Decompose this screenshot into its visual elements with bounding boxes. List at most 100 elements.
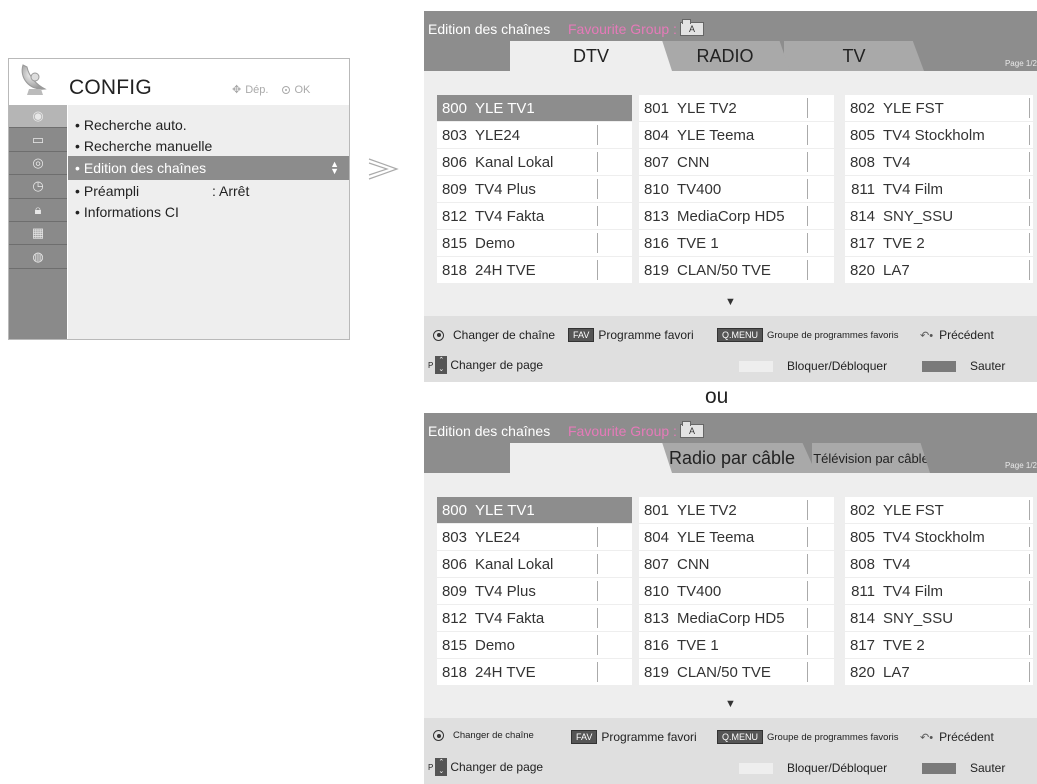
page-key-letter: P bbox=[428, 360, 434, 370]
ok-hint: OK bbox=[294, 83, 311, 96]
channel-cell[interactable]: 817 TVE 2 bbox=[845, 230, 1033, 256]
channel-cell[interactable]: 812 TV4 Fakta bbox=[437, 203, 632, 229]
channel-cell[interactable]: 811 TV4 Film bbox=[845, 578, 1033, 604]
channel-cell[interactable]: 812 TV4 Fakta bbox=[437, 605, 632, 631]
config-item[interactable]: • Recherche auto. bbox=[68, 114, 349, 135]
antenna-icon[interactable]: ◉ bbox=[9, 105, 67, 129]
chevron-up-down-icon: ⌃ ⌄ bbox=[435, 758, 448, 776]
channel-cell[interactable]: 809 TV4 Plus bbox=[437, 176, 632, 202]
config-item[interactable]: • Préampli: Arrêt bbox=[68, 180, 349, 201]
channel-cell[interactable]: 800 YLE TV1 bbox=[437, 95, 632, 121]
channel-cell[interactable]: 807 CNN bbox=[639, 551, 834, 577]
page-label: Changer de page bbox=[450, 760, 544, 774]
channel-name: YLE FST bbox=[883, 99, 944, 117]
scroll-down-icon[interactable]: ▼ bbox=[424, 698, 1037, 710]
channel-name: MediaCorp HD5 bbox=[677, 609, 785, 627]
cell-divider bbox=[807, 179, 808, 199]
channel-cell[interactable]: 810 TV400 bbox=[639, 578, 834, 604]
channel-number: 803 bbox=[441, 528, 467, 546]
favourite-group-folder[interactable]: A bbox=[680, 421, 704, 438]
channel-name: TV400 bbox=[677, 180, 722, 198]
config-item[interactable]: • Recherche manuelle bbox=[68, 135, 349, 156]
channel-cell[interactable]: 814 SNY_SSU bbox=[845, 605, 1033, 631]
channel-cell[interactable]: 809 TV4 Plus bbox=[437, 578, 632, 604]
channel-cell[interactable]: 814 SNY_SSU bbox=[845, 203, 1033, 229]
favourite-group-folder[interactable]: A bbox=[680, 19, 704, 36]
channel-cell[interactable]: 805 TV4 Stockholm bbox=[845, 122, 1033, 148]
channel-cell[interactable]: 820 LA7 bbox=[845, 257, 1033, 283]
bullet: • bbox=[75, 160, 80, 176]
channel-cell[interactable]: 806 Kanal Lokal bbox=[437, 149, 632, 175]
panel-title: Edition des chaînes bbox=[428, 423, 551, 439]
cell-divider bbox=[597, 152, 598, 172]
channel-cell[interactable]: 803 YLE24 bbox=[437, 122, 632, 148]
config-item[interactable]: • Edition des chaînes ▲ ▼ bbox=[68, 156, 349, 180]
channel-cell[interactable]: 815 Demo bbox=[437, 632, 632, 658]
channel-cell[interactable]: 803 YLE24 bbox=[437, 524, 632, 550]
channel-column: 802 YLE FST 805 TV4 Stockholm 808 TV4 811 TV4 F… bbox=[845, 95, 1033, 284]
channel-cell[interactable]: 804 YLE Teema bbox=[639, 122, 834, 148]
cell-divider bbox=[807, 635, 808, 655]
cell-divider bbox=[807, 206, 808, 226]
channel-cell[interactable]: 817 TVE 2 bbox=[845, 632, 1033, 658]
channel-cell[interactable]: 806 Kanal Lokal bbox=[437, 551, 632, 577]
channel-number: 818 bbox=[441, 261, 467, 279]
channel-cell[interactable]: 801 YLE TV2 bbox=[639, 95, 834, 121]
channel-cell[interactable]: 815 Demo bbox=[437, 230, 632, 256]
channel-name: MediaCorp HD5 bbox=[677, 207, 785, 225]
channel-cell[interactable]: 818 24H TVE bbox=[437, 257, 632, 283]
channel-name: LA7 bbox=[883, 261, 910, 279]
config-item-label: Recherche manuelle bbox=[83, 137, 213, 154]
channel-cell[interactable]: 816 TVE 1 bbox=[639, 632, 834, 658]
back-label: Précédent bbox=[939, 730, 994, 744]
channel-cell[interactable]: 804 YLE Teema bbox=[639, 524, 834, 550]
channel-cell[interactable]: 801 YLE TV2 bbox=[639, 497, 834, 523]
favourite-group-label: Favourite Group : bbox=[568, 423, 677, 439]
channel-cell[interactable]: 802 YLE FST bbox=[845, 95, 1033, 121]
cell-divider bbox=[597, 179, 598, 199]
ok-button-icon bbox=[433, 329, 444, 341]
globe-icon[interactable]: ◍ bbox=[9, 245, 67, 269]
channel-column: 801 YLE TV2 804 YLE Teema 807 CNN 810 TV400 813 M… bbox=[639, 497, 834, 686]
channel-cell[interactable]: 820 LA7 bbox=[845, 659, 1033, 685]
channel-cell[interactable]: 810 TV400 bbox=[639, 176, 834, 202]
cell-divider bbox=[1029, 233, 1030, 253]
cell-divider bbox=[1029, 581, 1030, 601]
channel-cell[interactable]: 805 TV4 Stockholm bbox=[845, 524, 1033, 550]
channel-cell[interactable]: 816 TVE 1 bbox=[639, 230, 834, 256]
panel-header: Edition des chaînes Favourite Group : A TV R… bbox=[424, 11, 1037, 71]
clock-icon[interactable]: ◷ bbox=[9, 175, 67, 199]
fav-label: Programme favori bbox=[601, 730, 697, 744]
tab-radio-par-c-ble[interactable]: Radio par câble bbox=[648, 443, 816, 473]
tab-t-l-vision-par-c-ble[interactable]: Télévision par câble bbox=[812, 443, 930, 473]
tab-radio[interactable]: RADIO bbox=[660, 41, 790, 71]
channel-cell[interactable]: 811 TV4 Film bbox=[845, 176, 1033, 202]
picture-icon[interactable]: ▭ bbox=[9, 128, 67, 152]
audio-icon[interactable]: ◎ bbox=[9, 152, 67, 176]
channel-cell[interactable]: 800 YLE TV1 bbox=[437, 497, 632, 523]
config-item[interactable]: • Informations CI bbox=[68, 201, 349, 222]
channel-cell[interactable]: 818 24H TVE bbox=[437, 659, 632, 685]
lock-icon[interactable]: 🔒︎ bbox=[9, 199, 67, 222]
channel-cell[interactable]: 808 TV4 bbox=[845, 149, 1033, 175]
cell-divider bbox=[1029, 125, 1030, 145]
channel-cell[interactable]: 808 TV4 bbox=[845, 551, 1033, 577]
channel-name: TV4 Film bbox=[883, 582, 943, 600]
scroll-down-icon[interactable]: ▼ bbox=[424, 296, 1037, 308]
channel-number: 808 bbox=[849, 153, 875, 171]
channel-cell[interactable]: 813 MediaCorp HD5 bbox=[639, 605, 834, 631]
tab-dtv[interactable]: DTV bbox=[510, 41, 672, 71]
channel-cell[interactable]: 813 MediaCorp HD5 bbox=[639, 203, 834, 229]
channel-cell[interactable]: 819 CLAN/50 TVE bbox=[639, 257, 834, 283]
channel-cell[interactable]: 819 CLAN/50 TVE bbox=[639, 659, 834, 685]
tab-blank[interactable] bbox=[510, 443, 672, 473]
calendar-icon[interactable]: ▦ bbox=[9, 222, 67, 246]
channel-column: 800 YLE TV1 803 YLE24 806 Kanal Lokal 809 TV4 P… bbox=[437, 95, 632, 284]
move-hint: Dép. bbox=[245, 83, 269, 96]
tab-tv[interactable]: TV bbox=[784, 41, 924, 71]
channel-cell[interactable]: 802 YLE FST bbox=[845, 497, 1033, 523]
cell-divider bbox=[807, 152, 808, 172]
channel-name: TVE 2 bbox=[883, 234, 925, 252]
channel-cell[interactable]: 807 CNN bbox=[639, 149, 834, 175]
channel-name: TVE 1 bbox=[677, 234, 719, 252]
